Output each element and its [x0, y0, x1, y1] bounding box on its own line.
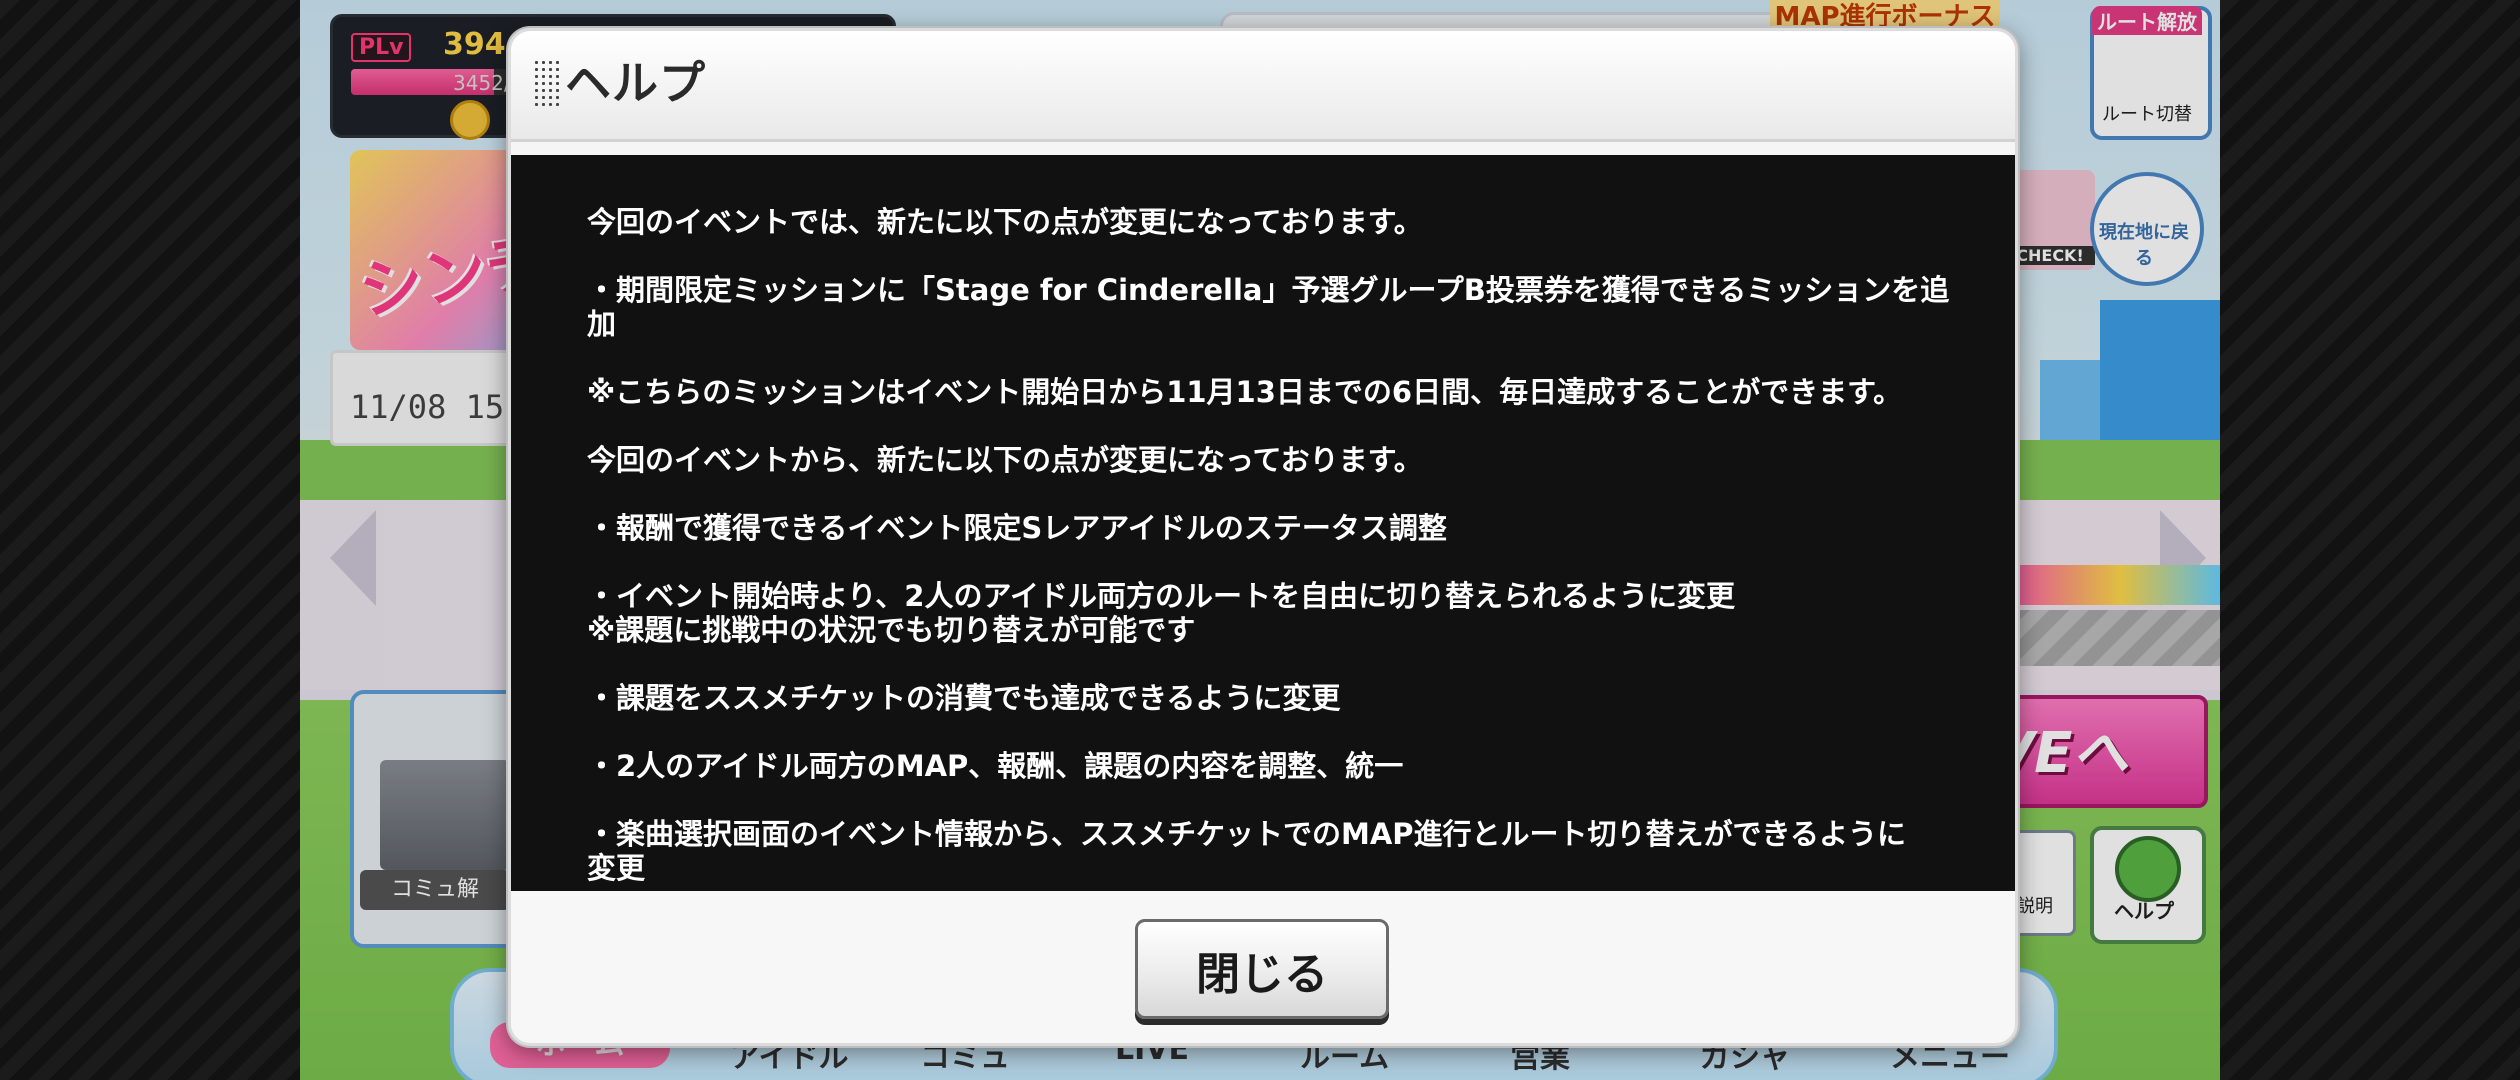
right-side-pattern	[2220, 0, 2520, 1080]
close-button[interactable]: 閉じる	[1135, 919, 1389, 1019]
help-content-area[interactable]: 今回のイベントでは、新たに以下の点が変更になっております。 ・期間限定ミッション…	[511, 155, 2015, 891]
help-paragraph: 変更	[587, 851, 646, 885]
help-paragraph: ・報酬で獲得できるイベント限定Sレアアイドルのステータス調整	[587, 511, 1447, 545]
grip-icon	[533, 59, 561, 109]
left-side-pattern	[0, 0, 300, 1080]
dialog-header: ヘルプ	[511, 31, 2015, 142]
help-paragraph: 今回のイベントから、新たに以下の点が変更になっております。	[587, 443, 1423, 477]
help-dialog: ヘルプ 今回のイベントでは、新たに以下の点が変更になっております。 ・期間限定ミ…	[508, 28, 2018, 1046]
dialog-title: ヘルプ	[565, 56, 706, 110]
help-paragraph: ・期間限定ミッションに「Stage for Cinderella」予選グループB…	[587, 273, 1950, 341]
help-paragraph: ・課題をススメチケットの消費でも達成できるように変更	[587, 681, 1341, 715]
help-paragraph: ・2人のアイドル両方のMAP、報酬、課題の内容を調整、統一	[587, 749, 1404, 783]
help-paragraph: ・イベント開始時より、2人のアイドル両方のルートを自由に切り替えられるように変更	[587, 579, 1735, 613]
help-paragraph: ※こちらのミッションはイベント開始日から11月13日までの6日間、毎日達成するこ…	[587, 375, 1903, 409]
help-text: 今回のイベントでは、新たに以下の点が変更になっております。 ・期間限定ミッション…	[587, 205, 1967, 885]
help-paragraph: 今回のイベントでは、新たに以下の点が変更になっております。	[587, 205, 1423, 239]
help-paragraph: ・楽曲選択画面のイベント情報から、ススメチケットでのMAP進行とルート切り替えが…	[587, 817, 1906, 851]
close-button-label: 閉じる	[1196, 949, 1328, 1000]
help-paragraph: ※課題に挑戦中の状況でも切り替えが可能です	[587, 613, 1196, 647]
